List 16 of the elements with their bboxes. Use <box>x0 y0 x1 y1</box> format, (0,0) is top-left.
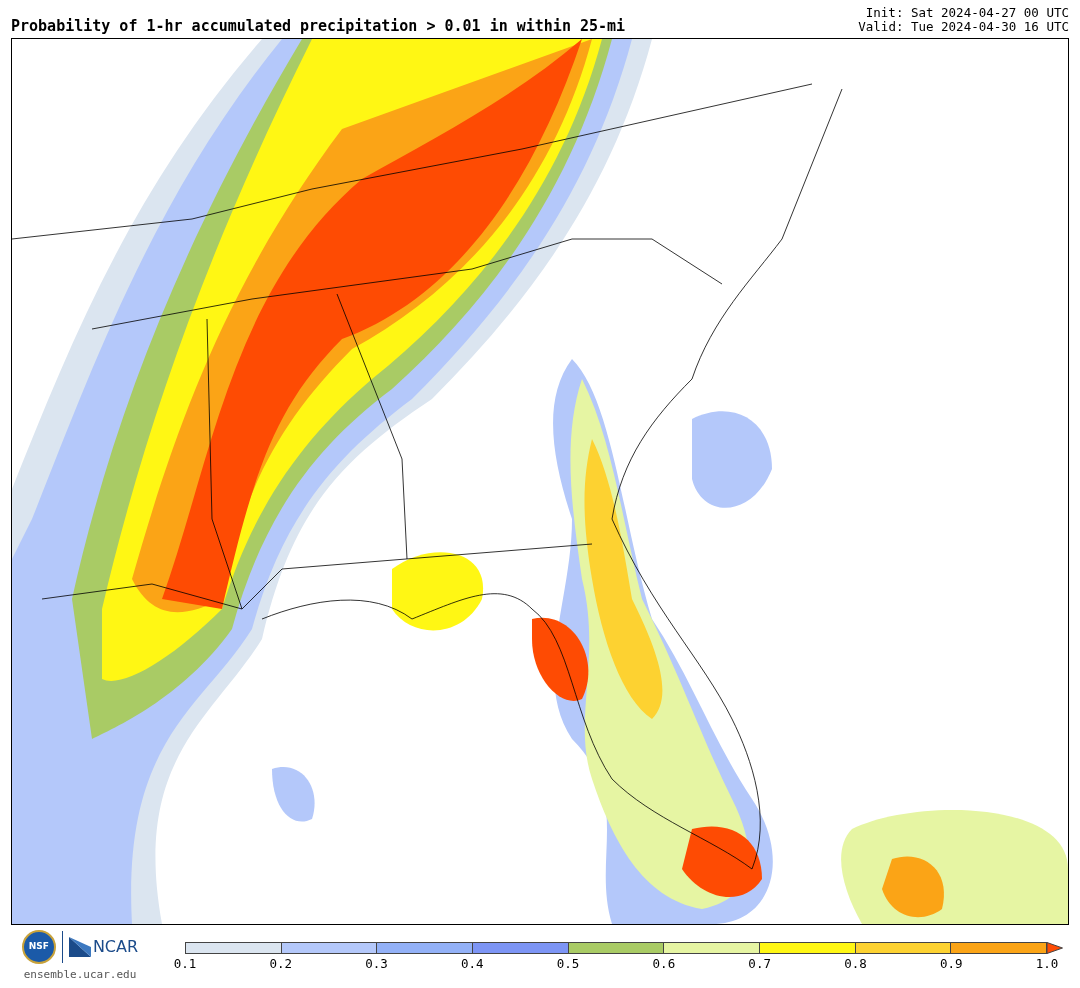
scale-tick-label: 0.7 <box>748 958 771 971</box>
scale-tick-label: 0.3 <box>365 958 388 971</box>
site-url: ensemble.ucar.edu <box>23 967 137 983</box>
valid-time: Valid: Tue 2024-04-30 16 UTC <box>858 20 1069 34</box>
scale-tick-label: 1.0 <box>1035 958 1059 971</box>
scale-tick-label: 0.2 <box>269 958 293 971</box>
init-time: Init: Sat 2024-04-27 00 UTC <box>865 6 1069 20</box>
scale-tick-label: 0.6 <box>652 958 676 971</box>
scale-tick-label: 0.1 <box>173 958 197 971</box>
scale-tick-label: 0.4 <box>461 958 484 971</box>
nsf-logo: NSF <box>21 930 56 964</box>
plot-title: Probability of 1-hr accumulated precipitation > 0.01 in within 25-mi <box>11 19 626 34</box>
scale-tick-label: 0.8 <box>844 958 867 971</box>
ncar-logo: NCAR <box>68 935 139 959</box>
scale-tick-label: 0.9 <box>939 958 963 971</box>
scale-tick-label: 0.5 <box>556 958 580 971</box>
